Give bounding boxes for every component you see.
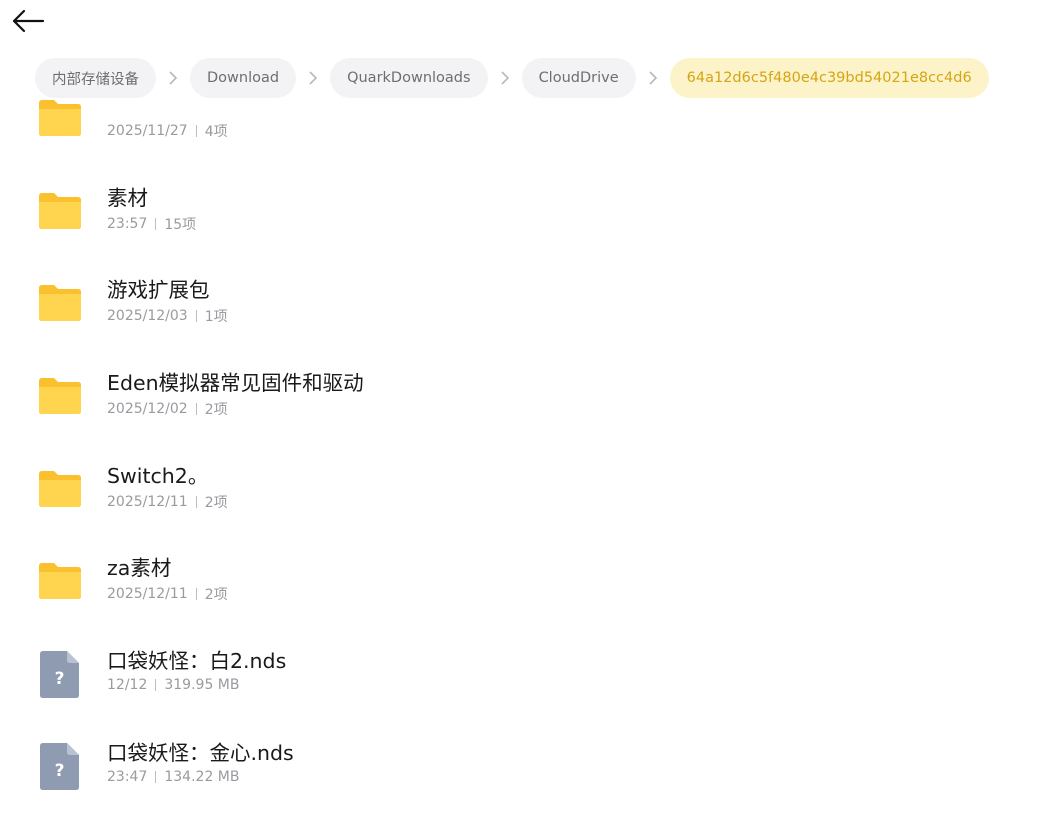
folder-icon <box>39 378 81 414</box>
breadcrumb-item-internal-storage[interactable]: 内部存储设备 <box>35 58 156 98</box>
chevron-right-icon <box>156 71 190 85</box>
file-meta: 23:47 134.22 MB <box>107 769 239 785</box>
list-item[interactable]: ? 口袋妖怪：金心.nds 23:47 134.22 MB <box>0 723 1050 813</box>
file-date: 2025/12/11 <box>107 494 188 510</box>
file-info: 4项 <box>204 124 228 140</box>
file-name: 游戏扩展包 <box>107 278 210 302</box>
file-meta: 12/12 319.95 MB <box>107 677 239 693</box>
file-date: 12/12 <box>107 677 148 693</box>
file-name: za素材 <box>107 556 172 580</box>
breadcrumb: 内部存储设备 Download QuarkDownloads CloudDriv… <box>35 58 989 98</box>
file-date: 2025/11/27 <box>107 123 188 139</box>
separator <box>195 310 197 322</box>
file-meta: 2025/11/27 4项 <box>107 121 228 141</box>
file-info: 1项 <box>204 309 228 325</box>
unknown-file-icon: ? <box>40 743 79 790</box>
breadcrumb-item-current[interactable]: 64a12d6c5f480e4c39bd54021e8cc4d6 <box>669 58 989 98</box>
file-name: 素材 <box>107 186 148 210</box>
file-meta: 2025/12/11 2项 <box>107 584 228 604</box>
file-name: Switch2。 <box>107 464 209 488</box>
list-item[interactable]: Eden模拟器常见固件和驱动 2025/12/02 2项 <box>0 353 1050 446</box>
file-meta: 2025/12/03 1项 <box>107 306 228 326</box>
file-info: 2项 <box>204 587 228 603</box>
list-item[interactable]: 游戏扩展包 2025/12/03 1项 <box>0 260 1050 353</box>
breadcrumb-item-download[interactable]: Download <box>190 58 297 98</box>
separator <box>155 679 157 691</box>
file-list: 2025/11/27 4项 素材 23:57 15项 游戏扩展包 2025/12/0… <box>0 0 1050 813</box>
folder-icon <box>39 193 81 229</box>
chevron-right-icon <box>296 71 330 85</box>
separator <box>155 771 157 783</box>
list-item[interactable]: za素材 2025/12/11 2项 <box>0 538 1050 631</box>
chevron-right-icon <box>488 71 522 85</box>
folder-icon <box>39 471 81 507</box>
chevron-right-icon <box>636 71 670 85</box>
file-date: 2025/12/03 <box>107 308 188 324</box>
file-info: 2项 <box>204 495 228 511</box>
list-item[interactable]: Switch2。 2025/12/11 2项 <box>0 446 1050 539</box>
file-date: 23:57 <box>107 216 148 232</box>
file-meta: 23:57 15项 <box>107 214 196 234</box>
separator <box>195 496 197 508</box>
separator <box>195 403 197 415</box>
file-date: 23:47 <box>107 769 148 785</box>
separator <box>195 125 197 137</box>
file-name: 口袋妖怪：金心.nds <box>107 741 294 765</box>
svg-text:?: ? <box>55 669 65 689</box>
file-size: 134.22 MB <box>164 769 240 785</box>
file-info: 15项 <box>164 217 197 233</box>
file-size: 319.95 MB <box>164 677 240 693</box>
folder-icon <box>39 285 81 321</box>
header-bar: 内部存储设备 Download QuarkDownloads CloudDriv… <box>0 0 1050 100</box>
back-button[interactable] <box>10 4 46 38</box>
file-info: 2项 <box>204 402 228 418</box>
file-name: Eden模拟器常见固件和驱动 <box>107 371 364 395</box>
list-item[interactable]: ? 口袋妖怪：白2.nds 12/12 319.95 MB <box>0 631 1050 724</box>
file-meta: 2025/12/11 2项 <box>107 492 228 512</box>
file-meta: 2025/12/02 2项 <box>107 399 228 419</box>
file-date: 2025/12/11 <box>107 586 188 602</box>
file-name: 口袋妖怪：白2.nds <box>107 649 287 673</box>
separator <box>155 218 157 230</box>
file-date: 2025/12/02 <box>107 401 188 417</box>
unknown-file-icon: ? <box>40 651 79 698</box>
folder-icon <box>39 563 81 599</box>
breadcrumb-item-clouddrive[interactable]: CloudDrive <box>521 58 636 98</box>
svg-text:?: ? <box>55 761 65 781</box>
separator <box>195 588 197 600</box>
breadcrumb-item-quarkdownloads[interactable]: QuarkDownloads <box>330 58 488 98</box>
back-arrow-icon <box>12 9 45 33</box>
list-item[interactable]: 素材 23:57 15项 <box>0 168 1050 261</box>
